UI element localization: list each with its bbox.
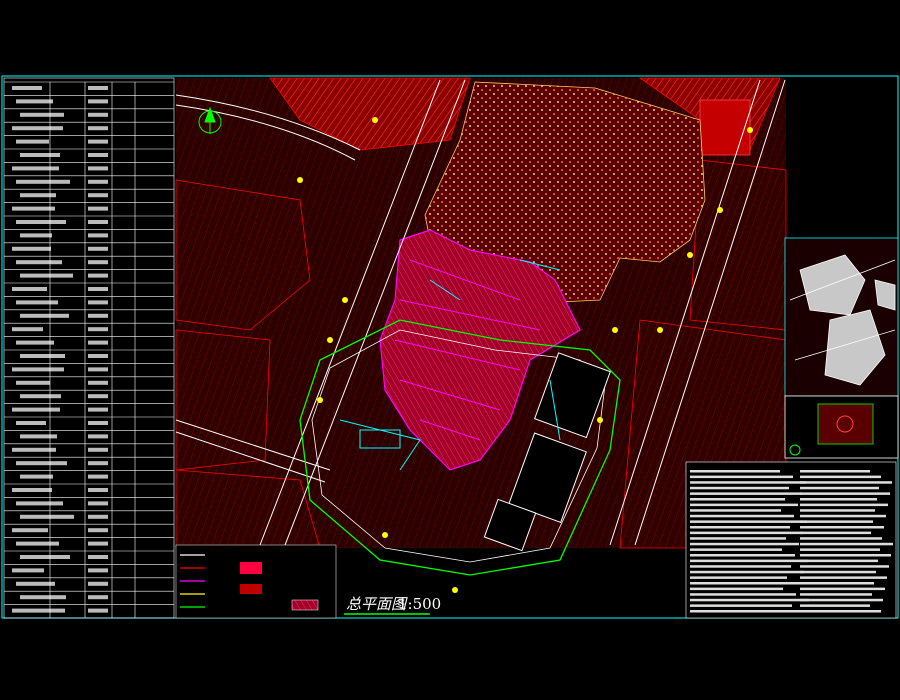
drawing-title: 总平面图 1:500 (344, 595, 441, 615)
drawing-scale-text: 1:500 (398, 595, 441, 613)
legend (175, 544, 337, 619)
cad-viewport[interactable]: 总平面图 1:500 (0, 0, 900, 700)
site-plan-drawing: 总平面图 1:500 (1, 75, 899, 619)
location-inset (784, 237, 899, 397)
detail-inset (784, 395, 899, 459)
design-notes (685, 461, 897, 619)
